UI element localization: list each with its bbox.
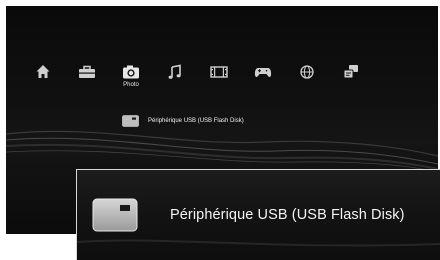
home-icon — [36, 65, 50, 78]
zoom-inset-panel: Périphérique USB (USB Flash Disk) — [76, 169, 440, 260]
usb-device-label: Périphérique USB (USB Flash Disk) — [148, 118, 244, 124]
friends-icon — [343, 65, 358, 79]
camera-icon — [123, 65, 139, 79]
xmb-category-video[interactable] — [204, 64, 234, 104]
xmb-category-home[interactable] — [28, 64, 58, 104]
xmb-category-music[interactable] — [160, 64, 190, 104]
globe-icon — [300, 65, 314, 79]
music-note-icon — [168, 64, 181, 79]
usb-drive-icon — [92, 198, 138, 232]
xmb-category-friends[interactable] — [336, 64, 366, 104]
xmb-category-settings[interactable] — [72, 64, 102, 104]
zoom-usb-device-item[interactable]: Périphérique USB (USB Flash Disk) — [92, 196, 405, 234]
gamepad-icon — [254, 68, 272, 78]
usb-device-item[interactable]: Périphérique USB (USB Flash Disk) — [122, 114, 244, 128]
xmb-category-photo[interactable]: Photo — [116, 64, 146, 104]
xmb-category-label: Photo — [123, 82, 139, 88]
toolbox-icon — [79, 65, 95, 78]
xmb-category-network[interactable] — [292, 64, 322, 104]
film-icon — [210, 66, 228, 78]
usb-drive-icon — [122, 115, 139, 127]
xmb-category-game[interactable] — [248, 64, 278, 104]
xmb-category-bar: Photo — [28, 64, 358, 104]
zoom-usb-device-label: Périphérique USB (USB Flash Disk) — [170, 207, 405, 223]
